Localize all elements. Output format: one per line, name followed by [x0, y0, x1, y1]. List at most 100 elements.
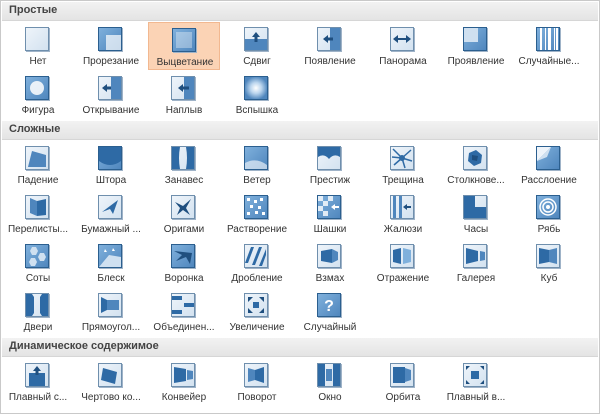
section-title: Динамическое содержимое: [9, 340, 159, 352]
transition-label: Прорезание: [82, 56, 140, 67]
transition-item[interactable]: Куб: [513, 239, 585, 287]
transition-item[interactable]: Оригами: [148, 190, 220, 238]
transition-item[interactable]: Нет: [2, 22, 74, 70]
origami-icon: [171, 195, 195, 219]
transition-label: Рябь: [537, 224, 561, 235]
transition-item[interactable]: Шашки: [294, 190, 366, 238]
glitter-icon: [98, 244, 122, 268]
transition-item[interactable]: Часы: [440, 190, 512, 238]
transition-item[interactable]: Появление: [294, 22, 366, 70]
transition-item-selected[interactable]: Выцветание: [148, 22, 220, 70]
transition-label: Престиж: [309, 175, 351, 186]
fracture-icon: [390, 146, 414, 170]
transition-label: Дробление: [231, 273, 283, 284]
transition-label: Открывание: [82, 105, 140, 116]
transition-label: Взмах: [315, 273, 345, 284]
transition-label: Оригами: [163, 224, 205, 235]
transition-label: Увеличение: [229, 322, 285, 333]
push-icon: [244, 27, 268, 51]
transition-item[interactable]: Прямоугол...: [75, 288, 147, 336]
transition-item[interactable]: Дробление: [221, 239, 293, 287]
transition-item[interactable]: Панорама: [367, 22, 439, 70]
uncover-icon: [98, 76, 122, 100]
box-icon: [98, 293, 122, 317]
crush-icon: [463, 146, 487, 170]
transition-label: Бумажный ...: [81, 224, 141, 235]
transition-label: Ветер: [243, 175, 271, 186]
transition-item[interactable]: Сдвиг: [221, 22, 293, 70]
transition-item[interactable]: Штора: [75, 141, 147, 189]
transition-label: Панорама: [379, 56, 427, 67]
transition-item[interactable]: Расслоение: [513, 141, 585, 189]
window-icon: [317, 363, 341, 387]
split-icon: [390, 27, 414, 51]
transition-item[interactable]: Занавес: [148, 141, 220, 189]
transition-label: Трещина: [382, 175, 424, 186]
transition-item[interactable]: Взмах: [294, 239, 366, 287]
transition-item[interactable]: Фигура: [2, 71, 74, 119]
transition-label: Штора: [95, 175, 127, 186]
transition-item[interactable]: Плавный с...: [2, 358, 74, 406]
transition-item[interactable]: ? Случайный: [294, 288, 366, 336]
transition-item[interactable]: Вспышка: [221, 71, 293, 119]
transition-label: Случайный: [303, 322, 357, 333]
transition-item[interactable]: Жалюзи: [367, 190, 439, 238]
section-title: Сложные: [9, 123, 61, 135]
transition-label: Появление: [304, 56, 356, 67]
cube-icon: [536, 244, 560, 268]
transition-item[interactable]: Поворот: [221, 358, 293, 406]
transition-item[interactable]: Открывание: [75, 71, 147, 119]
transition-item[interactable]: Галерея: [440, 239, 512, 287]
conveyor-icon: [171, 363, 195, 387]
blinds-icon: [390, 195, 414, 219]
cover-icon: [171, 76, 195, 100]
transition-item[interactable]: Двери: [2, 288, 74, 336]
doors-icon: [25, 293, 49, 317]
transition-item[interactable]: Трещина: [367, 141, 439, 189]
transition-label: Чертово ко...: [81, 392, 141, 403]
transition-item[interactable]: Престиж: [294, 141, 366, 189]
transition-label: Выцветание: [156, 57, 214, 68]
transition-item[interactable]: Прорезание: [75, 22, 147, 70]
transition-label: Случайные...: [518, 56, 580, 67]
transition-label: Орбита: [385, 392, 421, 403]
transition-item[interactable]: Ветер: [221, 141, 293, 189]
transition-item[interactable]: Случайные...: [513, 22, 585, 70]
transition-item[interactable]: Орбита: [367, 358, 439, 406]
transition-label: Куб: [540, 273, 558, 284]
reveal-icon: [463, 27, 487, 51]
transition-item[interactable]: Растворение: [221, 190, 293, 238]
zoom-icon: [244, 293, 268, 317]
transition-item[interactable]: Рябь: [513, 190, 585, 238]
transition-item[interactable]: Увеличение: [221, 288, 293, 336]
transition-item[interactable]: Объединен...: [148, 288, 220, 336]
transition-item[interactable]: Чертово ко...: [75, 358, 147, 406]
transition-item[interactable]: Плавный в...: [440, 358, 512, 406]
orbit-icon: [390, 363, 414, 387]
switch-icon: [317, 244, 341, 268]
transition-label: Двери: [23, 322, 53, 333]
transition-item[interactable]: Столкнове...: [440, 141, 512, 189]
transition-item[interactable]: Блеск: [75, 239, 147, 287]
transition-label: Объединен...: [153, 322, 215, 333]
random-bars-icon: [536, 27, 560, 51]
transition-item[interactable]: Наплыв: [148, 71, 220, 119]
transition-label: Занавес: [164, 175, 204, 186]
transition-item[interactable]: Воронка: [148, 239, 220, 287]
transition-item[interactable]: Бумажный ...: [75, 190, 147, 238]
flash-icon: [244, 76, 268, 100]
transition-item[interactable]: Конвейер: [148, 358, 220, 406]
peel-off-icon: [536, 146, 560, 170]
transition-item[interactable]: Отражение: [367, 239, 439, 287]
transition-item[interactable]: Проявление: [440, 22, 512, 70]
honeycomb-icon: [25, 244, 49, 268]
transition-item[interactable]: Соты: [2, 239, 74, 287]
transition-label: Плавный в...: [446, 392, 506, 403]
transition-item[interactable]: Окно: [294, 358, 366, 406]
transition-label: Блеск: [97, 273, 125, 284]
transition-item[interactable]: Падение: [2, 141, 74, 189]
transition-gallery: Простые Нет Прорезание Выцветание Сдвиг …: [0, 0, 600, 414]
section-header-simple: Простые: [2, 2, 598, 21]
transition-item[interactable]: Перелисты...: [2, 190, 74, 238]
shape-icon: [25, 76, 49, 100]
